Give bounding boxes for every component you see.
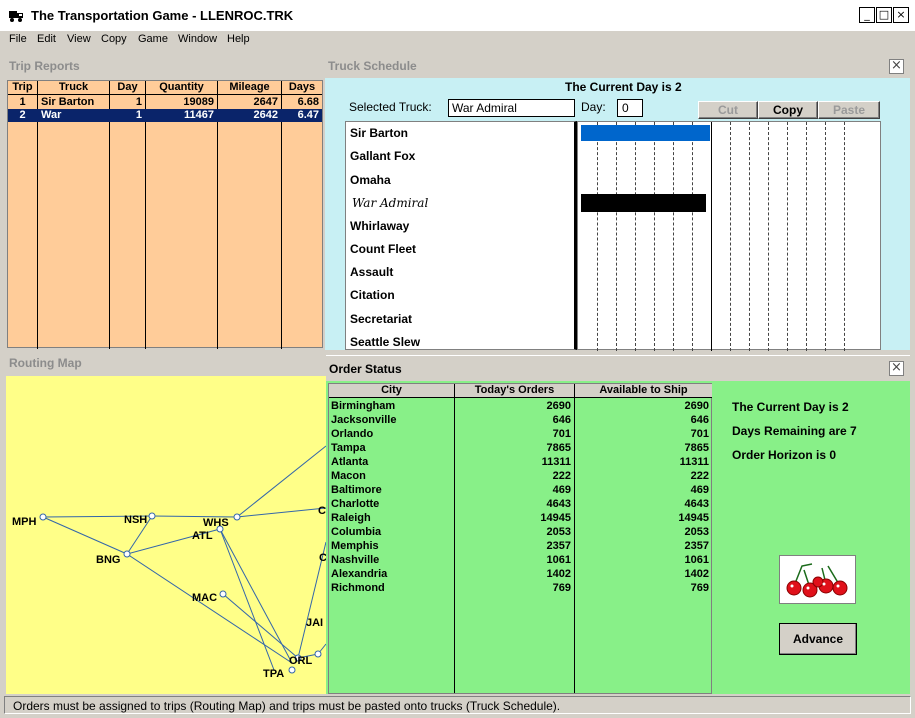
trip-reports-panel: Trip Reports Trip Truck Day Quantity Mil… bbox=[6, 56, 323, 349]
node-mac[interactable]: MAC bbox=[192, 592, 217, 604]
menu-edit[interactable]: Edit bbox=[37, 33, 56, 45]
trip-reports-table[interactable]: Trip Truck Day Quantity Mileage Days 1 S… bbox=[7, 80, 323, 349]
cut-button[interactable]: Cut bbox=[698, 101, 758, 119]
menu-game[interactable]: Game bbox=[138, 33, 168, 45]
col-day[interactable]: Day bbox=[110, 81, 145, 95]
trip-bar-sir-barton[interactable] bbox=[581, 125, 710, 141]
day-label: Day: bbox=[581, 100, 606, 114]
truck-seattle-slew[interactable]: Seattle Slew bbox=[350, 335, 420, 349]
table-row[interactable]: Columbia 2053 2053 bbox=[329, 525, 711, 539]
truck-count-fleet[interactable]: Count Fleet bbox=[350, 242, 416, 256]
table-row[interactable]: Richmond 769 769 bbox=[329, 581, 711, 595]
node-nsh[interactable]: NSH bbox=[124, 514, 147, 526]
node-tpa[interactable]: TPA bbox=[263, 668, 284, 680]
trip-row-selected[interactable]: 2 War 1 11467 2642 6.47 bbox=[8, 109, 322, 122]
info-days-remaining: Days Remaining are 7 bbox=[732, 424, 857, 438]
current-day-label: The Current Day is 2 bbox=[565, 80, 682, 94]
menu-window[interactable]: Window bbox=[178, 33, 217, 45]
order-status-header: Order Status × bbox=[326, 355, 910, 381]
table-row[interactable]: Charlotte 4643 4643 bbox=[329, 497, 711, 511]
col-trip[interactable]: Trip bbox=[8, 81, 37, 95]
truck-list: Sir Barton Gallant Fox Omaha War Admiral… bbox=[345, 121, 577, 350]
node-whs[interactable]: WHS bbox=[203, 517, 229, 529]
advance-button[interactable]: Advance bbox=[779, 623, 857, 655]
col-truck[interactable]: Truck bbox=[38, 81, 109, 95]
node-bng[interactable]: BNG bbox=[96, 554, 120, 566]
node-jai[interactable]: JAI bbox=[306, 617, 323, 629]
table-row[interactable]: Raleigh 14945 14945 bbox=[329, 511, 711, 525]
table-row[interactable]: Nashville 1061 1061 bbox=[329, 553, 711, 567]
truck-omaha[interactable]: Omaha bbox=[350, 173, 391, 187]
trip-bar-war-admiral[interactable] bbox=[581, 194, 706, 212]
menu-bar: File Edit View Copy Game Window Help bbox=[0, 32, 915, 50]
table-row[interactable]: Atlanta 11311 11311 bbox=[329, 455, 711, 469]
truck-sir-barton[interactable]: Sir Barton bbox=[350, 126, 408, 140]
info-current-day: The Current Day is 2 bbox=[732, 400, 849, 414]
paste-button[interactable]: Paste bbox=[818, 101, 880, 119]
truck-assault[interactable]: Assault bbox=[350, 265, 393, 279]
col-mileage[interactable]: Mileage bbox=[218, 81, 281, 95]
minimize-button[interactable]: _ bbox=[859, 7, 875, 23]
routing-map-title: Routing Map bbox=[9, 356, 82, 370]
table-row[interactable]: Tampa 7865 7865 bbox=[329, 441, 711, 455]
truck-war-admiral[interactable]: War Admiral bbox=[352, 196, 428, 210]
day-field[interactable]: 0 bbox=[617, 99, 643, 117]
truck-schedule-header: Truck Schedule × bbox=[325, 56, 910, 78]
truck-gallant-fox[interactable]: Gallant Fox bbox=[350, 149, 415, 163]
title-bar: The Transportation Game - LLENROC.TRK _ … bbox=[0, 0, 915, 32]
col-city[interactable]: City bbox=[329, 384, 454, 398]
truck-whirlaway[interactable]: Whirlaway bbox=[350, 219, 409, 233]
menu-help[interactable]: Help bbox=[227, 33, 250, 45]
node-mph[interactable]: MPH bbox=[12, 516, 36, 528]
truck-schedule-panel: Truck Schedule × The Current Day is 2 Se… bbox=[325, 56, 910, 351]
table-row[interactable]: Birmingham 2690 2690 bbox=[329, 399, 711, 413]
order-status-table[interactable]: City Today's Orders Available to Ship Bi… bbox=[328, 383, 712, 694]
close-button[interactable]: × bbox=[893, 7, 909, 23]
routing-map-panel: Routing Map MPH NSH WHS ATL BNG MAC TPA … bbox=[6, 352, 326, 694]
table-row[interactable]: Macon 222 222 bbox=[329, 469, 711, 483]
col-available-to-ship[interactable]: Available to Ship bbox=[575, 384, 712, 398]
selected-truck-label: Selected Truck: bbox=[349, 100, 432, 114]
order-status-title: Order Status bbox=[329, 362, 402, 376]
col-quantity[interactable]: Quantity bbox=[146, 81, 217, 95]
window-title: The Transportation Game - LLENROC.TRK bbox=[31, 8, 294, 23]
truck-secretariat[interactable]: Secretariat bbox=[350, 312, 412, 326]
order-status-panel: Order Status × City Today's Orders Avail… bbox=[326, 355, 910, 694]
table-row[interactable]: Orlando 701 701 bbox=[329, 427, 711, 441]
status-bar: Orders must be assigned to trips (Routin… bbox=[4, 696, 911, 714]
status-text: Orders must be assigned to trips (Routin… bbox=[13, 699, 561, 713]
table-row[interactable]: Baltimore 469 469 bbox=[329, 483, 711, 497]
node-c1[interactable]: C bbox=[318, 505, 326, 517]
close-icon[interactable]: × bbox=[889, 361, 904, 376]
table-row[interactable]: Memphis 2357 2357 bbox=[329, 539, 711, 553]
node-orl[interactable]: ORL bbox=[289, 655, 312, 667]
col-days[interactable]: Days bbox=[282, 81, 322, 95]
truck-icon bbox=[9, 11, 23, 22]
maximize-button[interactable]: □ bbox=[876, 7, 892, 23]
table-row[interactable]: Jacksonville 646 646 bbox=[329, 413, 711, 427]
trip-row[interactable]: 1 Sir Barton 1 19089 2647 6.68 bbox=[8, 96, 322, 109]
selected-truck-field[interactable]: War Admiral bbox=[448, 99, 575, 117]
truck-schedule-title: Truck Schedule bbox=[328, 59, 417, 73]
truck-citation[interactable]: Citation bbox=[350, 288, 395, 302]
menu-file[interactable]: File bbox=[9, 33, 27, 45]
table-row[interactable]: Alexandria 1402 1402 bbox=[329, 567, 711, 581]
node-c2[interactable]: C bbox=[319, 552, 326, 564]
col-todays-orders[interactable]: Today's Orders bbox=[455, 384, 574, 398]
info-order-horizon: Order Horizon is 0 bbox=[732, 448, 837, 462]
cherries-icon[interactable] bbox=[779, 555, 856, 604]
menu-copy[interactable]: Copy bbox=[101, 33, 127, 45]
route-lines bbox=[39, 445, 326, 674]
schedule-gantt[interactable] bbox=[577, 121, 881, 351]
routing-map[interactable]: MPH NSH WHS ATL BNG MAC TPA ORL JAI C C bbox=[6, 376, 326, 694]
copy-button[interactable]: Copy bbox=[758, 101, 818, 119]
menu-view[interactable]: View bbox=[67, 33, 91, 45]
node-atl[interactable]: ATL bbox=[192, 530, 213, 542]
close-icon[interactable]: × bbox=[889, 59, 904, 74]
trip-reports-title: Trip Reports bbox=[9, 59, 80, 73]
